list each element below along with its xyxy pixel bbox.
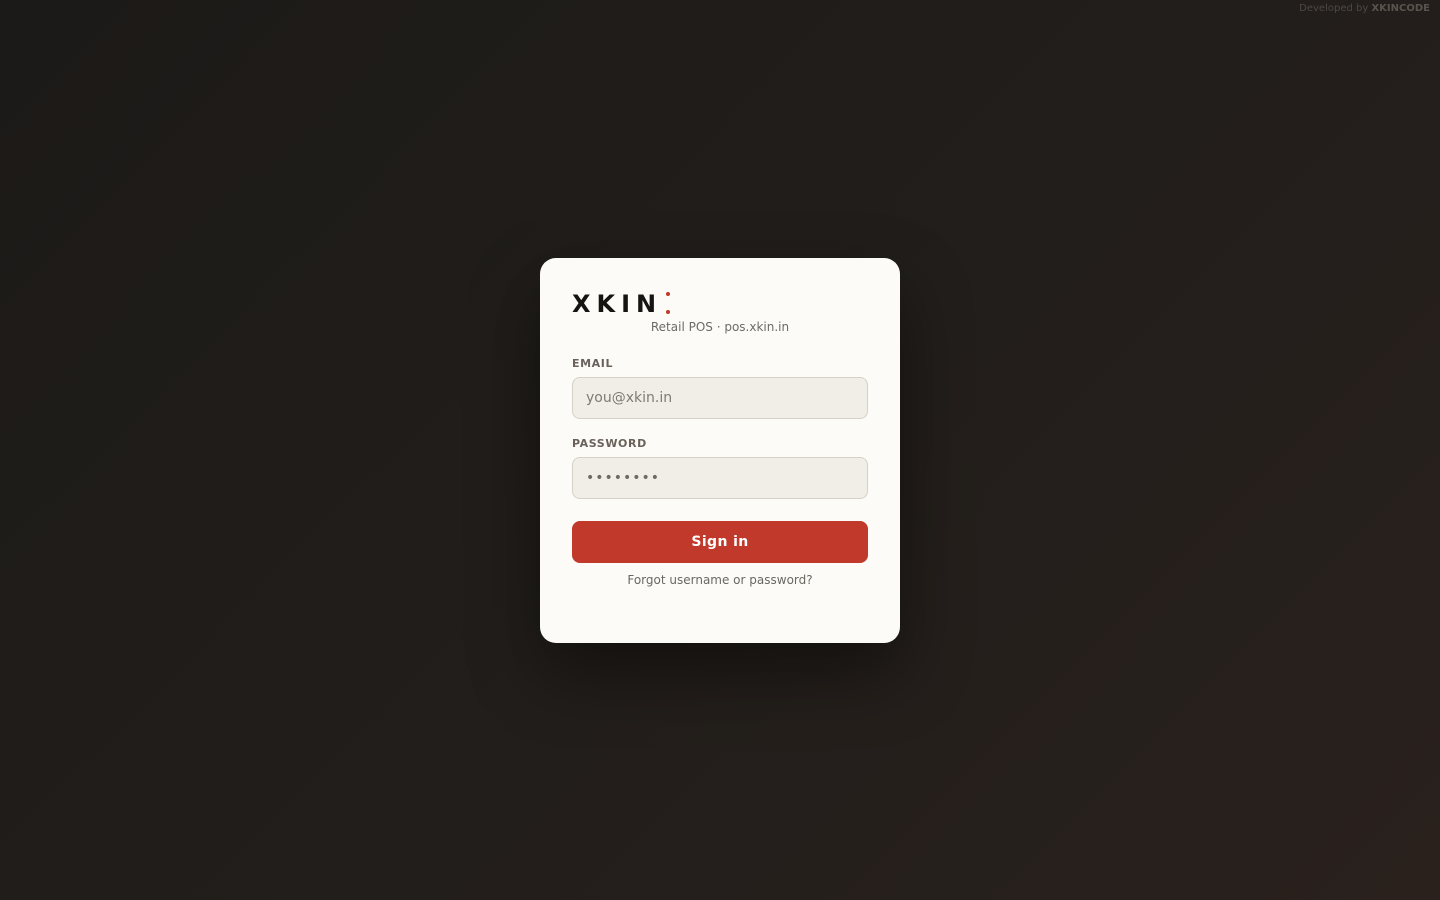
logo-dot-top [666, 292, 671, 296]
logo-colon-mark [666, 292, 671, 314]
logo-dot-bottom [666, 310, 671, 314]
brand-logo: XKIN [572, 286, 868, 316]
email-label: EMAIL [572, 357, 614, 370]
login-form: EMAIL PASSWORD Sign in Forgot username o… [572, 357, 868, 587]
forgot-credentials-link[interactable]: Forgot username or password? [572, 573, 868, 587]
login-card: XKIN Retail POS · pos.xkin.in EMAIL PASS… [540, 258, 900, 643]
email-field[interactable] [572, 377, 868, 419]
app-tagline: Retail POS · pos.xkin.in [650, 320, 790, 334]
logo-wordmark: XKIN [572, 290, 663, 318]
credit-prefix: Developed by [1299, 3, 1369, 14]
credit-brand: XKINCODE [1371, 3, 1430, 14]
developer-credit: Developed by XKINCODE [1299, 3, 1430, 14]
password-field[interactable] [572, 457, 868, 499]
sign-in-button[interactable]: Sign in [572, 521, 868, 563]
password-label: PASSWORD [572, 437, 647, 450]
